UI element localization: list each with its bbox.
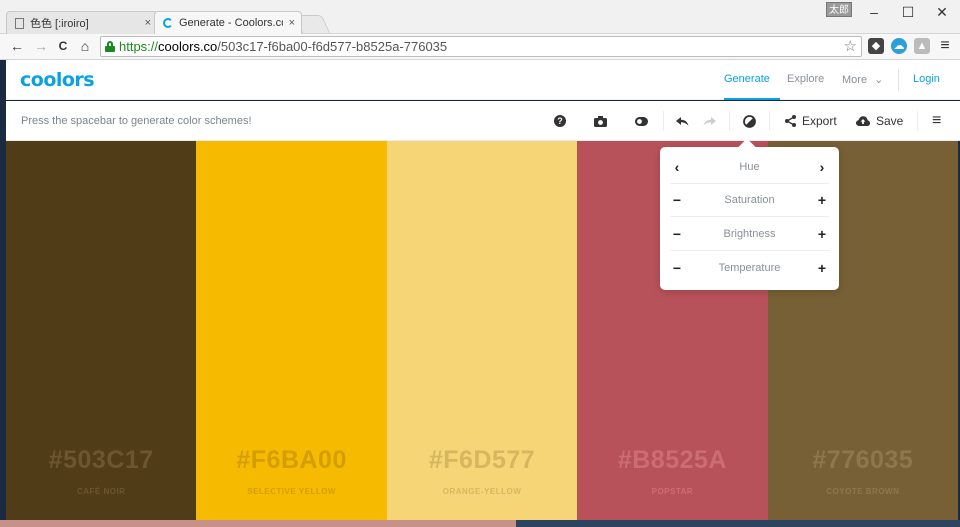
desktop-background bbox=[0, 520, 960, 527]
undo-icon bbox=[676, 116, 689, 126]
camera-icon bbox=[594, 115, 607, 127]
adjust-palette-popup: ‹ Hue › − Saturation + − Brightness + − … bbox=[660, 138, 839, 290]
brightness-decrease-button[interactable]: − bbox=[670, 226, 684, 242]
toolbar-separator bbox=[663, 111, 664, 131]
page-icon bbox=[15, 17, 24, 29]
nav-divider bbox=[898, 69, 899, 91]
extension-icon[interactable]: ◆ bbox=[868, 38, 884, 54]
export-label: Export bbox=[802, 114, 837, 128]
swatch-name: ORANGE-YELLOW bbox=[442, 487, 522, 496]
saturation-label: Saturation bbox=[724, 194, 775, 206]
save-label: Save bbox=[876, 114, 904, 128]
coolors-favicon-icon bbox=[163, 18, 173, 28]
temperature-row: − Temperature + bbox=[670, 251, 829, 284]
url-path: /503c17-f6ba00-f6d577-b8525a-776035 bbox=[217, 39, 448, 54]
lock-icon bbox=[105, 41, 115, 52]
browser-toolbar: ← → C ⌂ https://coolors.co/503c17-f6ba00… bbox=[0, 34, 960, 60]
swatch-name: CAFÉ NOIR bbox=[76, 487, 126, 496]
nav-active-underline bbox=[724, 98, 780, 100]
desktop-background-strip bbox=[0, 520, 516, 527]
nav-more[interactable]: More ⌄ bbox=[842, 73, 883, 86]
share-icon bbox=[785, 115, 796, 127]
toolbar-separator bbox=[917, 111, 918, 131]
brightness-label: Brightness bbox=[723, 228, 776, 240]
saturation-decrease-button[interactable]: − bbox=[670, 192, 684, 208]
browser-menu-button[interactable]: ≡ bbox=[936, 37, 954, 55]
nav-more-label: More bbox=[842, 74, 868, 86]
minimize-button[interactable]: – bbox=[856, 2, 892, 24]
temperature-label: Temperature bbox=[718, 261, 781, 274]
swatch-hex[interactable]: #776035 bbox=[768, 446, 958, 475]
tab-iroiro[interactable]: 色色 [:iroiro] × bbox=[6, 11, 158, 34]
browser-titlebar: 色色 [:iroiro] × Generate - Coolors.co × 太… bbox=[0, 0, 960, 34]
home-button[interactable]: ⌂ bbox=[76, 37, 94, 55]
swatch-hex[interactable]: #B8525A bbox=[577, 446, 767, 475]
url-scheme: https:// bbox=[119, 39, 159, 54]
forward-button[interactable]: → bbox=[32, 37, 50, 55]
reload-button[interactable]: C bbox=[54, 37, 72, 55]
app-menu-button[interactable]: ≡ bbox=[932, 112, 941, 130]
cloud-extension-icon[interactable]: ☁ bbox=[891, 38, 907, 54]
swatch-name: POPSTAR bbox=[651, 487, 694, 496]
hue-row: ‹ Hue › bbox=[670, 151, 829, 184]
tab-close-button[interactable]: × bbox=[289, 17, 295, 29]
toggle-icon bbox=[635, 116, 648, 126]
profile-badge[interactable]: 太郎 bbox=[826, 2, 852, 17]
url-host: coolors.co bbox=[158, 39, 218, 54]
temperature-increase-button[interactable]: + bbox=[815, 260, 829, 276]
hue-decrease-button[interactable]: ‹ bbox=[670, 159, 684, 175]
tab-title: Generate - Coolors.co bbox=[179, 17, 283, 29]
bookmark-star-icon[interactable]: ☆ bbox=[844, 37, 857, 56]
spacebar-hint: Press the spacebar to generate color sch… bbox=[21, 115, 252, 127]
swatch-name: SELECTIVE YELLOW bbox=[247, 487, 336, 496]
back-button[interactable]: ← bbox=[8, 37, 26, 55]
help-button[interactable]: ? bbox=[554, 112, 566, 130]
redo-icon bbox=[703, 116, 716, 126]
toolbar-separator bbox=[729, 111, 730, 131]
hue-label: Hue bbox=[739, 161, 760, 173]
tab-coolors[interactable]: Generate - Coolors.co × bbox=[154, 11, 302, 34]
brightness-increase-button[interactable]: + bbox=[815, 226, 829, 242]
saturation-row: − Saturation + bbox=[670, 184, 829, 217]
color-swatch[interactable]: #F6D577 ORANGE-YELLOW bbox=[386, 141, 578, 520]
export-button[interactable]: Export bbox=[785, 112, 837, 130]
swatch-hex[interactable]: #F6BA00 bbox=[196, 446, 386, 475]
temperature-decrease-button[interactable]: − bbox=[670, 260, 684, 276]
toggle-button[interactable] bbox=[635, 112, 648, 130]
tab-close-button[interactable]: × bbox=[145, 17, 151, 29]
swatch-name: COYOTE BROWN bbox=[826, 487, 900, 496]
save-button[interactable]: Save bbox=[856, 112, 903, 130]
hamburger-icon: ≡ bbox=[932, 112, 942, 129]
saturation-increase-button[interactable]: + bbox=[815, 192, 829, 208]
generator-toolbar: Press the spacebar to generate color sch… bbox=[6, 101, 960, 141]
color-swatch[interactable]: #F6BA00 SELECTIVE YELLOW bbox=[196, 141, 387, 520]
maximize-button[interactable]: ☐ bbox=[890, 2, 926, 24]
nav-generate[interactable]: Generate bbox=[724, 73, 770, 85]
nav-explore[interactable]: Explore bbox=[787, 73, 824, 85]
color-swatch[interactable]: #503C17 CAFÉ NOIR bbox=[6, 141, 197, 520]
chevron-down-icon: ⌄ bbox=[874, 74, 884, 86]
swatch-hex[interactable]: #F6D577 bbox=[387, 446, 577, 475]
app-header: coolors Generate Explore More ⌄ Login bbox=[6, 60, 960, 100]
login-link[interactable]: Login bbox=[913, 73, 940, 85]
brightness-row: − Brightness + bbox=[670, 218, 829, 251]
close-window-button[interactable]: ✕ bbox=[924, 2, 960, 24]
tab-title: 色色 [:iroiro] bbox=[30, 18, 89, 30]
swatch-hex[interactable]: #503C17 bbox=[6, 446, 196, 475]
hue-increase-button[interactable]: › bbox=[815, 159, 829, 175]
address-bar[interactable]: https://coolors.co/503c17-f6ba00-f6d577-… bbox=[100, 36, 862, 57]
redo-button[interactable] bbox=[703, 112, 716, 130]
adjust-icon bbox=[743, 114, 756, 128]
toolbar-separator bbox=[769, 111, 770, 131]
cloud-upload-icon bbox=[856, 116, 870, 126]
camera-button[interactable] bbox=[594, 112, 607, 130]
coolors-logo[interactable]: coolors bbox=[20, 69, 95, 91]
adjust-palette-button[interactable] bbox=[743, 112, 756, 130]
undo-button[interactable] bbox=[676, 112, 689, 130]
drive-extension-icon[interactable]: ▲ bbox=[914, 38, 930, 54]
help-icon: ? bbox=[554, 115, 566, 127]
